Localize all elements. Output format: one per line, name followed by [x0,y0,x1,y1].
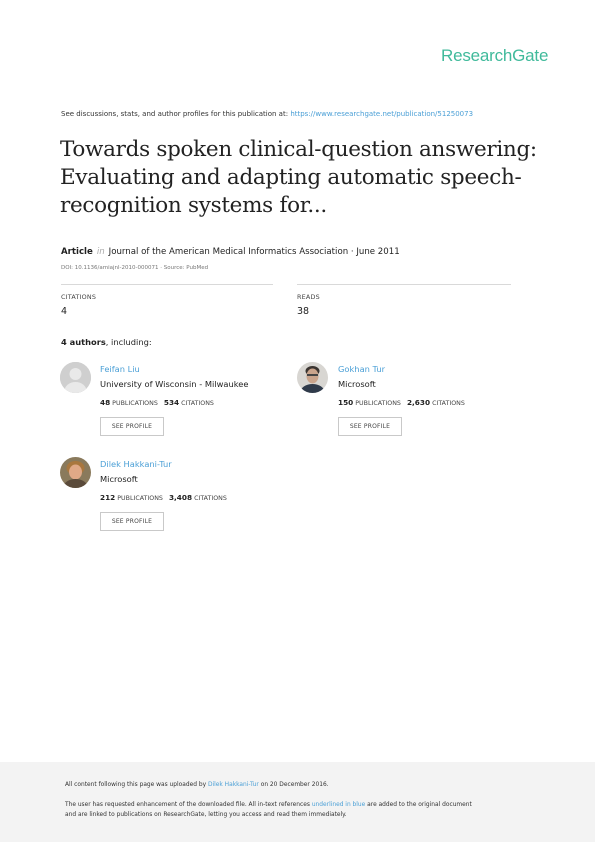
authors-heading: 4 authors, including: [61,337,152,347]
upload-notice: All content following this page was uplo… [65,782,329,788]
divider-reads [297,284,511,285]
notice-text: See discussions, stats, and author profi… [61,110,291,118]
publications-label: PUBLICATIONS [355,400,401,407]
default-avatar-icon[interactable] [60,362,91,393]
citations-label: CITATIONS [61,293,97,301]
author-name-gokhan-tur[interactable]: Gokhan Tur [338,364,385,374]
enhancement-notice: The user has requested enhancement of th… [65,802,472,808]
author-photo-gokhan-tur[interactable] [297,362,328,393]
reads-label: READS [297,293,320,301]
researchgate-logo[interactable]: ResearchGate [441,46,548,66]
publication-count: 212 [100,493,116,502]
citations-label: CITATIONS [432,400,465,407]
underlined-blue-link[interactable]: underlined in blue [312,802,365,808]
in-label: in [96,247,105,257]
footer-panel: All content following this page was uplo… [0,762,595,842]
citation-count: 534 [163,398,180,407]
author-photo-dilek-hakkani-tur[interactable] [60,457,91,488]
citations-label: CITATIONS [194,495,227,502]
doi-source: DOI: 10.1136/amiajnl-2010-000071 · Sourc… [61,265,209,271]
title-line-2: Evaluating and adapting automatic speech… [60,165,522,190]
discussion-notice: See discussions, stats, and author profi… [61,110,473,118]
citations-value: 4 [61,306,68,317]
uploader-link[interactable]: Dilek Hakkani-Tur [208,782,259,788]
author-stats: 212 PUBLICATIONS 3,408 CITATIONS [100,493,227,502]
author-affiliation: Microsoft [100,474,138,484]
authors-suffix: , including: [105,337,152,347]
publications-label: PUBLICATIONS [117,495,163,502]
reads-value: 38 [297,306,310,317]
author-name-dilek-hakkani-tur[interactable]: Dilek Hakkani-Tur [100,459,172,469]
divider-citations [61,284,273,285]
publication-title: Towards spoken clinical-question answeri… [60,136,540,220]
author-name-feifan-liu[interactable]: Feifan Liu [100,364,140,374]
title-line-1: Towards spoken clinical-question answeri… [60,137,537,162]
see-profile-button[interactable]: SEE PROFILE [338,417,402,436]
publication-count: 48 [100,398,111,407]
author-affiliation: University of Wisconsin - Milwaukee [100,379,249,389]
title-line-3: recognition systems for... [60,193,327,218]
publication-count: 150 [338,398,354,407]
article-meta: Article in Journal of the American Medical… [61,247,400,257]
linked-notice: and are linked to publications on Resear… [65,812,347,818]
author-stats: 48 PUBLICATIONS 534 CITATIONS [100,398,214,407]
citation-count: 2,630 [406,398,431,407]
upload-text: All content following this page was uplo… [65,782,208,788]
article-type: Article [61,247,93,257]
citation-count: 3,408 [168,493,193,502]
enhancement-text: The user has requested enhancement of th… [65,802,312,808]
upload-date: on 20 December 2016. [258,782,329,788]
journal-name: Journal of the American Medical Informat… [108,247,400,257]
authors-count: 4 authors [61,337,106,347]
publications-label: PUBLICATIONS [112,400,158,407]
see-profile-button[interactable]: SEE PROFILE [100,512,164,531]
author-stats: 150 PUBLICATIONS 2,630 CITATIONS [338,398,465,407]
author-affiliation: Microsoft [338,379,376,389]
see-profile-button[interactable]: SEE PROFILE [100,417,164,436]
publication-url-link[interactable]: https://www.researchgate.net/publication… [290,110,473,118]
citations-label: CITATIONS [181,400,214,407]
enhancement-text-end: are added to the original document [365,802,472,808]
